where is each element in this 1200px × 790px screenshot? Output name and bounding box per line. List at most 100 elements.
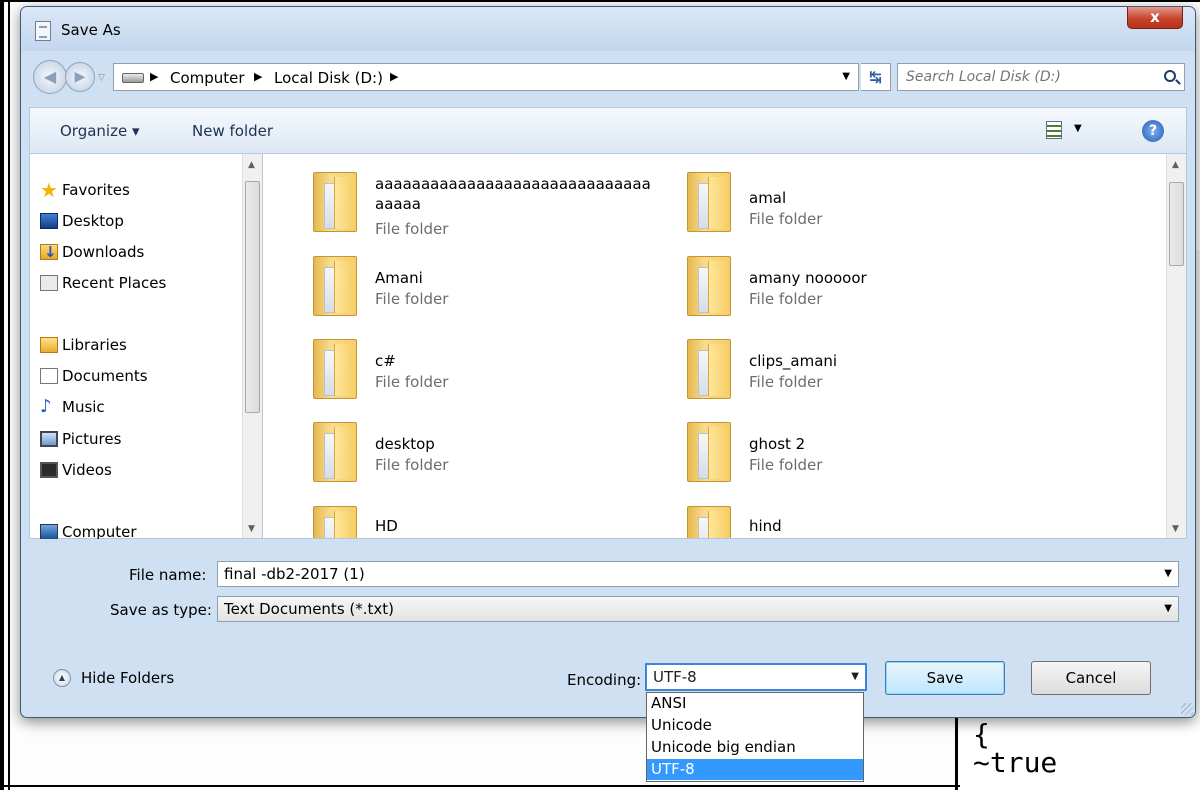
- folder-icon: [313, 256, 357, 316]
- file-list: aaaaaaaaaaaaaaaaaaaaaaaaaaaaaaaaaaa File…: [262, 153, 1187, 539]
- background-border: [0, 785, 960, 787]
- encoding-option-unicode-big-endian[interactable]: Unicode big endian: [647, 737, 863, 758]
- encoding-select[interactable]: UTF-8 ▼: [645, 663, 867, 691]
- background-border: [8, 0, 10, 790]
- breadcrumb-separator-icon[interactable]: ▶: [150, 70, 158, 83]
- refresh-button[interactable]: ↹: [861, 63, 891, 91]
- folder-icon: [687, 256, 731, 316]
- folder-icon: [687, 422, 731, 482]
- forward-button[interactable]: ▶: [65, 62, 95, 92]
- back-button[interactable]: ◀: [33, 60, 67, 94]
- computer-icon: [40, 524, 58, 540]
- folder-type: File folder: [375, 373, 449, 391]
- folder-name: HD: [375, 517, 398, 535]
- help-icon[interactable]: ?: [1142, 120, 1164, 142]
- folder-type: File folder: [375, 220, 449, 238]
- list-item[interactable]: c# File folder: [299, 331, 659, 409]
- list-item[interactable]: aaaaaaaaaaaaaaaaaaaaaaaaaaaaaaaaaaa File…: [299, 164, 659, 242]
- file-name-value: final -db2-2017 (1): [224, 565, 365, 583]
- chevron-down-icon[interactable]: ▼: [1164, 597, 1172, 621]
- sidebar-item-label: Desktop: [62, 212, 124, 230]
- star-icon: ★: [40, 178, 58, 202]
- chevron-down-icon[interactable]: ▼: [1074, 123, 1082, 134]
- background-code-line: ~true: [973, 746, 1058, 779]
- file-name-label: File name:: [129, 566, 207, 584]
- change-view-icon[interactable]: [1046, 121, 1062, 139]
- downloads-icon: [40, 243, 58, 261]
- list-item[interactable]: amany nooooor File folder: [673, 248, 1033, 326]
- folder-icon: [313, 339, 357, 399]
- sidebar-item-label: Recent Places: [62, 274, 167, 292]
- libraries-icon: [40, 337, 58, 353]
- navigation-scrollbar[interactable]: ▲ ▼: [242, 154, 262, 538]
- chevron-up-icon: ▲: [53, 669, 71, 687]
- encoding-option-ansi[interactable]: ANSI: [647, 693, 863, 714]
- encoding-option-unicode[interactable]: Unicode: [647, 715, 863, 736]
- folder-name: aaaaaaaaaaaaaaaaaaaaaaaaaaaaaaaaaaa: [375, 175, 651, 213]
- scroll-down-icon[interactable]: ▼: [248, 524, 255, 534]
- scrollbar-thumb[interactable]: [245, 181, 260, 413]
- encoding-dropdown-list: ANSI Unicode Unicode big endian UTF-8: [646, 692, 864, 782]
- save-as-type-label: Save as type:: [110, 601, 212, 619]
- folder-type: File folder: [749, 290, 823, 308]
- save-form: File name: final -db2-2017 (1) ▼ Save as…: [29, 539, 1187, 709]
- background-border: [0, 0, 4, 790]
- resize-grip[interactable]: [1181, 703, 1193, 715]
- desktop-icon: [40, 213, 58, 229]
- search-box[interactable]: [897, 63, 1185, 91]
- list-item[interactable]: clips_amani File folder: [673, 331, 1033, 409]
- organize-button[interactable]: Organize ▾: [60, 122, 140, 140]
- close-button[interactable]: x: [1127, 7, 1183, 29]
- cancel-button[interactable]: Cancel: [1031, 661, 1151, 695]
- chevron-down-icon[interactable]: ▼: [842, 71, 850, 82]
- list-item[interactable]: Amani File folder: [299, 248, 659, 326]
- list-item[interactable]: HD: [299, 498, 659, 538]
- folder-name: clips_amani: [749, 352, 838, 370]
- title-bar[interactable]: Save As x: [21, 7, 1195, 51]
- scrollbar-thumb[interactable]: [1169, 182, 1184, 266]
- file-name-field[interactable]: final -db2-2017 (1) ▼: [217, 561, 1179, 587]
- drive-icon: [122, 73, 144, 83]
- recent-locations-dropdown[interactable]: ▽: [98, 73, 108, 83]
- folder-type: File folder: [749, 210, 823, 228]
- save-button[interactable]: Save: [885, 661, 1005, 695]
- videos-icon: [40, 462, 58, 478]
- folder-type: File folder: [375, 290, 449, 308]
- folder-icon: [687, 172, 731, 232]
- sidebar-item-label: Downloads: [62, 243, 145, 261]
- chevron-down-icon[interactable]: ▼: [1164, 562, 1172, 586]
- background-border: [0, 0, 1200, 2]
- notepad-icon: [35, 21, 51, 41]
- list-item[interactable]: amal File folder: [673, 164, 1033, 242]
- folder-name: amany nooooor: [749, 269, 867, 287]
- encoding-option-utf8[interactable]: UTF-8: [647, 759, 863, 780]
- scroll-down-icon[interactable]: ▼: [1172, 524, 1179, 534]
- command-bar: Organize ▾ New folder ▼ ?: [29, 107, 1187, 153]
- window-title: Save As: [61, 21, 121, 39]
- breadcrumb-separator-icon[interactable]: ▶: [390, 70, 398, 83]
- breadcrumb-computer[interactable]: Computer: [170, 69, 245, 87]
- new-folder-button[interactable]: New folder: [192, 122, 273, 140]
- sidebar-item-label: Libraries: [62, 336, 127, 354]
- list-item[interactable]: ghost 2 File folder: [673, 414, 1033, 492]
- list-item[interactable]: hind: [673, 498, 1033, 538]
- address-bar[interactable]: ▶ Computer ▶ Local Disk (D:) ▶ ▼: [113, 63, 859, 91]
- breadcrumb-local-disk[interactable]: Local Disk (D:): [274, 69, 383, 87]
- encoding-label: Encoding:: [567, 671, 642, 689]
- encoding-value: UTF-8: [653, 668, 697, 686]
- music-icon: ♪: [40, 396, 52, 417]
- search-input[interactable]: [898, 64, 1148, 90]
- scroll-up-icon[interactable]: ▲: [1172, 160, 1179, 170]
- search-icon[interactable]: [1164, 70, 1176, 82]
- save-as-dialog: Save As x ◀ ▶ ▽ ▶ Computer ▶ Local Disk …: [20, 6, 1196, 718]
- file-list-scrollbar[interactable]: ▲ ▼: [1166, 154, 1186, 538]
- pictures-icon: [40, 431, 58, 447]
- list-item[interactable]: desktop File folder: [299, 414, 659, 492]
- folder-name: c#: [375, 352, 396, 370]
- chevron-down-icon[interactable]: ▼: [851, 665, 859, 689]
- scroll-up-icon[interactable]: ▲: [248, 160, 255, 170]
- save-as-type-select[interactable]: Text Documents (*.txt) ▼: [217, 596, 1179, 622]
- sidebar-item-label: Documents: [62, 367, 148, 385]
- breadcrumb-separator-icon[interactable]: ▶: [254, 70, 262, 83]
- folder-name: Amani: [375, 269, 423, 287]
